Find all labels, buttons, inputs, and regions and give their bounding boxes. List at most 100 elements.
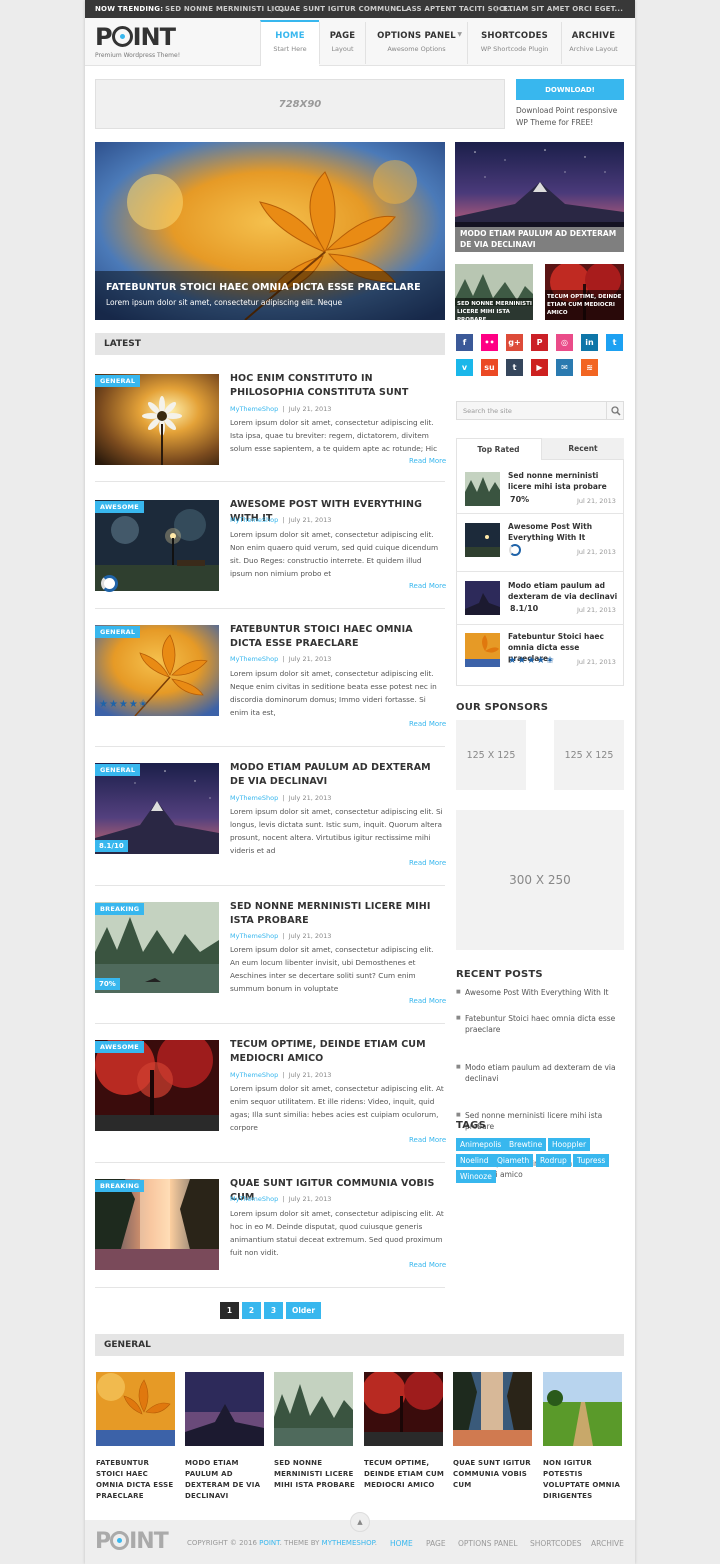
category-badge[interactable]: GENERAL — [95, 626, 141, 638]
post-author[interactable]: MyThemeShop — [230, 794, 278, 802]
sponsor-ad-2[interactable]: 125 X 125 — [554, 720, 624, 790]
post-author[interactable]: MyThemeShop — [230, 516, 278, 524]
general-thumbnail[interactable] — [453, 1372, 532, 1446]
stumbleupon-icon[interactable]: su — [481, 359, 498, 376]
dribbble-icon[interactable]: ◎ — [556, 334, 573, 351]
post-title[interactable]: HOC ENIM CONSTITUTO IN PHILOSOPHIA CONST… — [230, 372, 445, 400]
tab-recent[interactable]: Recent — [541, 438, 624, 460]
post-author[interactable]: MyThemeShop — [230, 655, 278, 663]
widget-post-title[interactable]: Awesome Post With Everything With It — [508, 521, 620, 543]
search-input[interactable]: Search the site — [456, 401, 624, 420]
twitter-icon[interactable]: t — [606, 334, 623, 351]
category-badge[interactable]: GENERAL — [95, 375, 141, 387]
read-more-link[interactable]: Read More — [409, 457, 446, 465]
widget-thumbnail[interactable] — [465, 581, 500, 615]
footer-logo[interactable]: P INT — [95, 1530, 169, 1554]
post-thumbnail[interactable] — [95, 1179, 219, 1270]
post-author[interactable]: MyThemeShop — [230, 1071, 278, 1079]
read-more-link[interactable]: Read More — [409, 1136, 446, 1144]
ad-banner-728[interactable]: 728X90 — [95, 79, 505, 129]
post-author[interactable]: MyThemeShop — [230, 405, 278, 413]
post-thumbnail[interactable] — [95, 1040, 219, 1131]
page-1-button[interactable]: 1 — [220, 1302, 239, 1319]
footer-nav-shortcodes[interactable]: SHORTCODES — [530, 1539, 582, 1548]
page-3-button[interactable]: 3 — [264, 1302, 283, 1319]
tag-link[interactable]: Animepolis — [456, 1138, 506, 1151]
widget-thumbnail[interactable] — [465, 523, 500, 557]
widget-thumbnail[interactable] — [465, 472, 500, 506]
recent-post-link[interactable]: Awesome Post With Everything With It — [456, 987, 624, 998]
scroll-to-top-button[interactable]: ▲ — [350, 1512, 370, 1532]
sponsor-ad-large[interactable]: 300 X 250 — [456, 810, 624, 950]
general-thumbnail[interactable] — [96, 1372, 175, 1446]
download-button[interactable]: DOWNLOAD! — [516, 79, 624, 100]
flickr-icon[interactable]: •• — [481, 334, 498, 351]
read-more-link[interactable]: Read More — [409, 997, 446, 1005]
tag-link[interactable]: Rodrup — [536, 1154, 571, 1167]
tumblr-icon[interactable]: t — [506, 359, 523, 376]
general-post-title[interactable]: SED NONNE MERNINISTI LICERE MIHI ISTA PR… — [274, 1458, 356, 1491]
category-badge[interactable]: AWESOME — [95, 1041, 144, 1053]
featured-main-title[interactable]: FATEBUNTUR STOICI HAEC OMNIA DICTA ESSE … — [106, 282, 421, 293]
featured-side-image[interactable] — [455, 142, 624, 227]
copyright-author-link[interactable]: MYTHEMESHOP — [322, 1539, 375, 1547]
nav-shortcodes[interactable]: SHORTCODES WP Shortcode Plugin — [467, 22, 561, 64]
category-badge[interactable]: BREAKING — [95, 903, 145, 915]
featured-side-title[interactable]: MODO ETIAM PAULUM AD DEXTERAM DE VIA DEC… — [460, 228, 622, 250]
featured-small-title-1[interactable]: SED NONNE MERNINISTI LICERE MIHI ISTA PR… — [457, 300, 533, 324]
general-post-title[interactable]: TECUM OPTIME, DEINDE ETIAM CUM MEDIOCRI … — [364, 1458, 446, 1491]
site-logo[interactable]: P INT — [95, 24, 176, 50]
copyright-site-link[interactable]: POINT — [259, 1539, 279, 1547]
category-badge[interactable]: AWESOME — [95, 501, 144, 513]
general-thumbnail[interactable] — [364, 1372, 443, 1446]
vimeo-icon[interactable]: v — [456, 359, 473, 376]
category-badge[interactable]: GENERAL — [95, 764, 141, 776]
general-post-title[interactable]: QUAE SUNT IGITUR COMMUNIA VOBIS CUM — [453, 1458, 535, 1491]
nav-options-panel[interactable]: OPTIONS PANEL Awesome Options ▼ — [365, 22, 467, 64]
nav-page[interactable]: PAGE Layout — [319, 22, 365, 64]
post-author[interactable]: MyThemeShop — [230, 932, 278, 940]
tag-link[interactable]: Brewtine — [505, 1138, 547, 1151]
read-more-link[interactable]: Read More — [409, 720, 446, 728]
sponsor-ad-1[interactable]: 125 X 125 — [456, 720, 526, 790]
linkedin-icon[interactable]: in — [581, 334, 598, 351]
nav-home[interactable]: HOME Start Here — [260, 20, 319, 66]
footer-nav-page[interactable]: PAGE — [426, 1539, 446, 1548]
tag-link[interactable]: Hooppler — [548, 1138, 591, 1151]
tag-link[interactable]: Noelind — [456, 1154, 493, 1167]
footer-nav-home[interactable]: HOME — [390, 1539, 413, 1548]
search-button[interactable] — [606, 401, 624, 420]
tab-top-rated[interactable]: Top Rated — [456, 438, 541, 460]
older-button[interactable]: Older — [286, 1302, 321, 1319]
post-title[interactable]: SED NONNE MERNINISTI LICERE MIHI ISTA PR… — [230, 900, 445, 928]
nav-archive[interactable]: ARCHIVE Archive Layout — [561, 22, 625, 64]
tag-link[interactable]: Qiameth — [493, 1154, 534, 1167]
tag-link[interactable]: Tupress — [573, 1154, 610, 1167]
read-more-link[interactable]: Read More — [409, 582, 446, 590]
recent-post-link[interactable]: Modo etiam paulum ad dexteram de via dec… — [456, 1062, 624, 1084]
widget-thumbnail[interactable] — [465, 633, 500, 667]
general-post-title[interactable]: FATEBUNTUR STOICI HAEC OMNIA DICTA ESSE … — [96, 1458, 178, 1502]
page-2-button[interactable]: 2 — [242, 1302, 261, 1319]
tag-link[interactable]: Winooze — [456, 1170, 496, 1183]
post-title[interactable]: TECUM OPTIME, DEINDE ETIAM CUM MEDIOCRI … — [230, 1038, 445, 1066]
pinterest-icon[interactable]: P — [531, 334, 548, 351]
youtube-icon[interactable]: ▶ — [531, 359, 548, 376]
category-badge[interactable]: BREAKING — [95, 1180, 145, 1192]
recent-post-link[interactable]: Fatebuntur Stoici haec omnia dicta esse … — [456, 1013, 624, 1035]
google-plus-icon[interactable]: g+ — [506, 334, 523, 351]
widget-post-title[interactable]: Modo etiam paulum ad dexteram de via dec… — [508, 580, 620, 602]
featured-small-title-2[interactable]: TECUM OPTIME, DEINDE ETIAM CUM MEDIOCRI … — [547, 293, 624, 317]
general-thumbnail[interactable] — [543, 1372, 622, 1446]
read-more-link[interactable]: Read More — [409, 859, 446, 867]
trending-item[interactable]: ETIAM SIT AMET ORCI EGET... — [503, 5, 623, 13]
post-title[interactable]: FATEBUNTUR STOICI HAEC OMNIA DICTA ESSE … — [230, 623, 445, 651]
general-thumbnail[interactable] — [185, 1372, 264, 1446]
post-author[interactable]: MyThemeShop — [230, 1195, 278, 1203]
rss-icon[interactable]: ≋ — [581, 359, 598, 376]
widget-post-title[interactable]: Sed nonne merninisti licere mihi ista pr… — [508, 470, 620, 492]
general-post-title[interactable]: NON IGITUR POTESTIS VOLUPTATE OMNIA DIRI… — [543, 1458, 625, 1502]
post-thumbnail[interactable] — [95, 374, 219, 465]
email-icon[interactable]: ✉ — [556, 359, 573, 376]
facebook-icon[interactable]: f — [456, 334, 473, 351]
